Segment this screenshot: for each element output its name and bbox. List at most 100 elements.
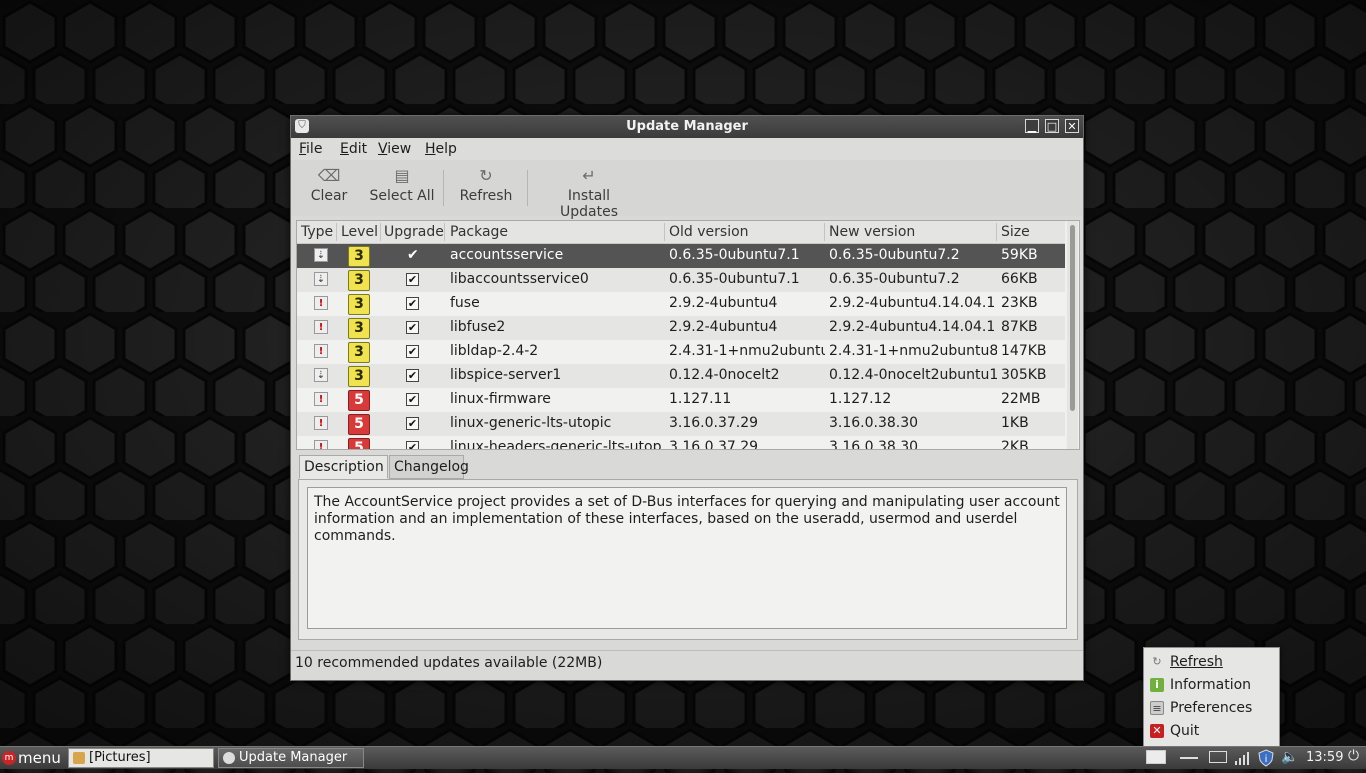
upgrade-checkbox[interactable]: ✔ (406, 249, 419, 262)
mint-logo-icon: m (2, 751, 16, 765)
upgrade-checkbox[interactable]: ✔ (406, 393, 419, 406)
column-divider (664, 223, 665, 241)
upgrade-checkbox[interactable]: ✔ (406, 321, 419, 334)
menu-edit[interactable]: Edit (340, 141, 367, 157)
column-divider (336, 223, 337, 241)
table-row[interactable]: ! 5 ✔ linux-firmware 1.127.11 1.127.12 22MB (297, 388, 1065, 412)
table-row[interactable]: ! 5 ✔ linux-generic-lts-utopic 3.16.0.37.29 3… (297, 412, 1065, 436)
select-all-label: Select All (369, 188, 435, 204)
menu-help[interactable]: Help (425, 141, 457, 157)
table-row[interactable]: ! 3 ✔ libldap-2.4-2 2.4.31-1+nmu2ubuntu8 2.4.… (297, 340, 1065, 364)
upgrade-checkbox[interactable]: ✔ (406, 297, 419, 310)
tab-changelog[interactable]: Changelog (389, 455, 469, 479)
toolbar: ⌫ Clear ▤ Select All ↻ Refresh ↵ Install… (291, 160, 1083, 220)
package-size: 66KB (1001, 271, 1038, 287)
task-label: [Pictures] (89, 750, 151, 765)
task-update-manager[interactable]: Update Manager (218, 748, 364, 768)
col-type[interactable]: Type (301, 224, 333, 240)
refresh-button[interactable]: ↻ Refresh (457, 164, 515, 212)
table-row[interactable]: ! 5 ✔ linux-headers-generic-lts-utopic 3.16.… (297, 436, 1065, 450)
upgrade-checkbox[interactable]: ✔ (406, 273, 419, 286)
install-icon: ↵ (582, 166, 596, 185)
col-size[interactable]: Size (1001, 224, 1030, 240)
column-divider (996, 223, 997, 241)
old-version: 1.127.11 (669, 391, 732, 407)
clock[interactable]: 13:59 (1306, 750, 1343, 765)
column-divider (444, 223, 445, 241)
power-icon[interactable]: ⏻ (1348, 748, 1359, 770)
toolbar-separator (443, 170, 444, 206)
menu-item-quit[interactable]: ✕ Quit (1144, 720, 1279, 743)
table-row[interactable]: ⇣ 3 ✔ accountsservice 0.6.35-0ubuntu7.1 0.6.3… (297, 244, 1065, 268)
menu-item-information[interactable]: i Information (1144, 674, 1279, 697)
col-new-version[interactable]: New version (829, 224, 915, 240)
install-updates-button[interactable]: ↵ Install Updates (537, 164, 641, 220)
close-button[interactable]: ✕ (1065, 119, 1079, 133)
table-row[interactable]: ⇣ 3 ✔ libspice-server1 0.12.4-0nocelt2 0.12.4… (297, 364, 1065, 388)
package-size: 87KB (1001, 319, 1038, 335)
package-name: accountsservice (450, 247, 564, 263)
table-row[interactable]: ! 3 ✔ fuse 2.9.2-4ubuntu4 2.9.2-4ubuntu4.14.0… (297, 292, 1065, 316)
tab-description[interactable]: Description (299, 455, 388, 479)
upgrade-checkbox[interactable]: ✔ (406, 369, 419, 382)
col-upgrade[interactable]: Upgrade (384, 224, 444, 240)
menu-item-label: Preferences (1170, 700, 1253, 716)
battery-icon[interactable] (1209, 751, 1227, 763)
description-text[interactable]: The AccountService project provides a se… (307, 487, 1067, 629)
select-all-button[interactable]: ▤ Select All (367, 164, 437, 212)
minimize-button[interactable]: ▁ (1025, 119, 1039, 133)
column-divider (380, 223, 381, 241)
security-update-icon: ! (314, 296, 328, 310)
new-version: 3.16.0.38.30 (829, 439, 919, 450)
level-badge: 5 (348, 390, 370, 411)
security-update-icon: ! (314, 344, 328, 358)
new-version: 1.127.12 (829, 391, 892, 407)
upgrade-checkbox[interactable]: ✔ (406, 345, 419, 358)
level-badge: 3 (348, 366, 370, 387)
level-badge: 5 (348, 414, 370, 435)
task-pictures[interactable]: [Pictures] (68, 748, 214, 768)
vertical-scrollbar[interactable] (1067, 221, 1078, 449)
package-update-icon: ⇣ (314, 272, 328, 286)
package-size: 1KB (1001, 415, 1029, 431)
level-badge: 3 (348, 270, 370, 291)
col-package[interactable]: Package (450, 224, 508, 240)
old-version: 0.6.35-0ubuntu7.1 (669, 271, 800, 287)
security-update-icon: ! (314, 320, 328, 334)
col-level[interactable]: Level (341, 224, 378, 240)
network-signal-icon[interactable] (1234, 751, 1250, 773)
menu-item-refresh[interactable]: ↻ Refresh (1144, 651, 1279, 674)
install-updates-label: Install Updates (560, 188, 618, 220)
clear-label: Clear (310, 188, 348, 204)
menu-file[interactable]: File (299, 141, 322, 157)
menu-item-label: Information (1170, 677, 1252, 693)
table-row[interactable]: ! 3 ✔ libfuse2 2.9.2-4ubuntu4 2.9.2-4ubuntu4.… (297, 316, 1065, 340)
list-header: Type Level Upgrade Package Old version N… (297, 221, 1065, 244)
menu-view[interactable]: View (378, 141, 411, 157)
shield-icon (223, 752, 235, 764)
package-size: 23KB (1001, 295, 1038, 311)
new-version: 2.9.2-4ubuntu4.14.04.1 (829, 319, 996, 335)
level-badge: 3 (348, 246, 370, 267)
new-version: 2.9.2-4ubuntu4.14.04.1 (829, 295, 996, 311)
package-size: 147KB (1001, 343, 1047, 359)
upgrade-checkbox[interactable]: ✔ (406, 417, 419, 430)
old-version: 0.6.35-0ubuntu7.1 (669, 247, 800, 263)
new-version: 0.6.35-0ubuntu7.2 (829, 247, 960, 263)
select-all-icon: ▤ (394, 166, 410, 185)
old-version: 2.9.2-4ubuntu4 (669, 295, 778, 311)
status-text: 10 recommended updates available (22MB) (295, 655, 603, 671)
show-desktop-icon[interactable] (1146, 750, 1166, 764)
description-panel: The AccountService project provides a se… (298, 479, 1078, 640)
scrollbar-thumb[interactable] (1070, 225, 1075, 411)
title-bar[interactable]: ⛉ Update Manager ▁ □ ✕ (291, 116, 1083, 138)
col-old-version[interactable]: Old version (669, 224, 749, 240)
upgrade-checkbox[interactable]: ✔ (406, 441, 419, 449)
table-row[interactable]: ⇣ 3 ✔ libaccountsservice0 0.6.35-0ubuntu7.1 0… (297, 268, 1065, 292)
start-menu-button[interactable]: m menu (0, 747, 64, 769)
workspace-icon[interactable] (1180, 757, 1198, 759)
maximize-button[interactable]: □ (1045, 119, 1059, 133)
package-size: 22MB (1001, 391, 1041, 407)
clear-button[interactable]: ⌫ Clear (307, 164, 351, 212)
menu-item-preferences[interactable]: ≡ Preferences (1144, 697, 1279, 720)
